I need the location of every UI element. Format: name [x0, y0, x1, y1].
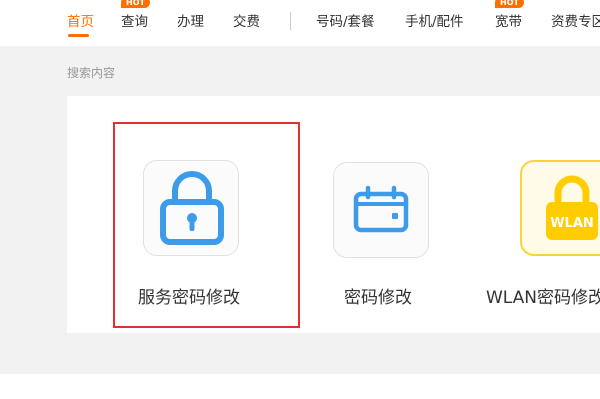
highlight-box — [113, 122, 300, 328]
tile-label: WLAN密码修改 — [486, 288, 600, 308]
page-footer-band — [0, 374, 600, 399]
top-navigation: 首页 查询 HOT 办理 交费 号码/套餐 手机/配件 宽带 HOT 资费专区 — [0, 0, 600, 46]
nav-item-tariff-zone[interactable]: 资费专区 — [551, 13, 600, 31]
nav-item-handle[interactable]: 办理 — [177, 13, 204, 31]
section-label: 搜索内容 — [67, 66, 116, 80]
nav-item-broadband[interactable]: 宽带 — [495, 13, 522, 31]
nav-hot-badge-query: HOT — [121, 0, 150, 8]
calendar-icon — [333, 162, 429, 258]
nav-active-indicator — [68, 34, 89, 37]
wlan-icon-text: WLAN — [550, 216, 594, 231]
nav-item-number-plan[interactable]: 号码/套餐 — [316, 13, 375, 31]
nav-item-home[interactable]: 首页 — [67, 13, 94, 31]
nav-item-payment[interactable]: 交费 — [233, 13, 260, 31]
nav-item-query[interactable]: 查询 — [121, 13, 148, 31]
nav-item-phone-accessories[interactable]: 手机/配件 — [405, 13, 464, 31]
tile-label: 密码修改 — [344, 288, 412, 308]
nav-hot-badge-broadband: HOT — [495, 0, 524, 8]
nav-divider — [290, 12, 291, 30]
wlan-lock-icon: WLAN — [520, 160, 600, 256]
